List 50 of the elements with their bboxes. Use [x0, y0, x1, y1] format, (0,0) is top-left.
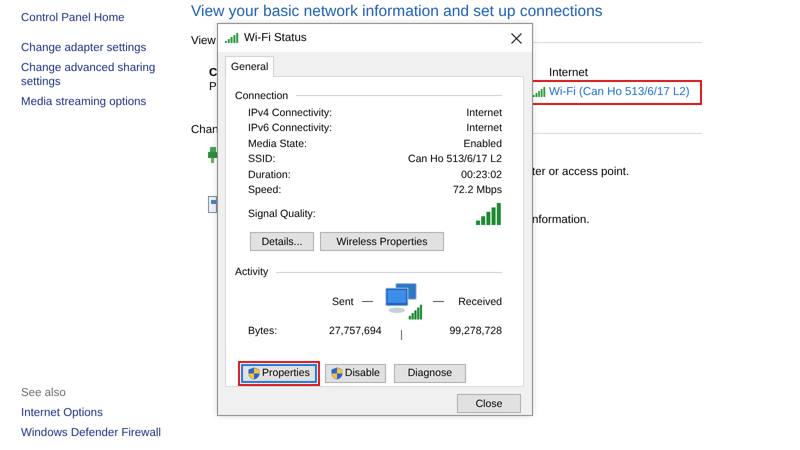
see-also-heading: See also — [21, 386, 67, 400]
window-title: Wi-Fi Status — [244, 32, 307, 44]
tab[interactable]: General — [225, 56, 274, 77]
section-label: View — [191, 34, 216, 48]
close-button[interactable]: Close — [457, 394, 521, 413]
dialog-button[interactable]: Details... — [250, 232, 314, 252]
sidebar-link[interactable]: Media streaming options — [21, 95, 161, 109]
field-value: Enabled — [463, 138, 502, 150]
field-value: 00:23:02 — [461, 168, 502, 181]
field-value: Can Ho 513/6/17 L2 — [408, 153, 502, 166]
dialog-button[interactable]: Properties — [241, 364, 317, 383]
field-value: Internet — [466, 122, 502, 134]
signal-bars-icon — [476, 203, 502, 226]
close-icon[interactable] — [511, 32, 522, 44]
signal-bars-icon — [225, 33, 239, 43]
network-setup-icon — [208, 147, 217, 165]
shield-icon — [330, 366, 343, 380]
field-label: SSID: — [248, 153, 276, 166]
field-value: 99,278,728 — [449, 324, 502, 337]
page-heading: View your basic network information and set up connections — [191, 3, 604, 22]
field-value: Internet — [466, 106, 502, 119]
shield-icon — [248, 366, 260, 380]
field-value: 27,757,694 — [329, 324, 383, 337]
dialog-button[interactable]: Disable — [324, 364, 386, 383]
group-heading: Activity — [235, 266, 268, 278]
field-value: 72.2 Mbps — [452, 184, 502, 196]
signal-bars-icon — [533, 87, 546, 97]
network-type: P — [209, 80, 217, 94]
field-label: Media State: — [248, 138, 307, 150]
sidebar-link[interactable]: Change adapter settings — [21, 41, 161, 55]
dialog-button[interactable]: Wireless Properties — [320, 232, 444, 252]
field-label: Duration: — [248, 168, 291, 181]
field-label: Bytes: — [248, 324, 278, 337]
field-label: IPv6 Connectivity: — [248, 122, 332, 134]
sidebar-link[interactable]: Change advanced sharing settings — [21, 61, 161, 89]
received-label: Received — [458, 296, 502, 308]
sent-label: Sent — [332, 296, 354, 308]
dialog-button[interactable]: Diagnose — [394, 364, 466, 383]
sidebar-link[interactable]: Internet Options — [21, 406, 161, 420]
network-name: C — [209, 66, 218, 80]
field-label: Speed: — [248, 184, 282, 196]
field-label: IPv4 Connectivity: — [248, 106, 332, 119]
troubleshoot-description: nformation. — [532, 213, 590, 227]
sidebar-link[interactable]: Control Panel Home — [21, 12, 191, 24]
field-label: Signal Quality: — [248, 208, 316, 220]
connection-link[interactable]: Wi-Fi (Can Ho 513/6/17 L2) — [549, 86, 690, 98]
access-type-heading: Internet — [549, 66, 588, 80]
setup-description: ter or access point. — [532, 165, 630, 179]
sidebar-link[interactable]: Windows Defender Firewall — [21, 426, 161, 440]
group-heading: Connection — [235, 90, 288, 102]
